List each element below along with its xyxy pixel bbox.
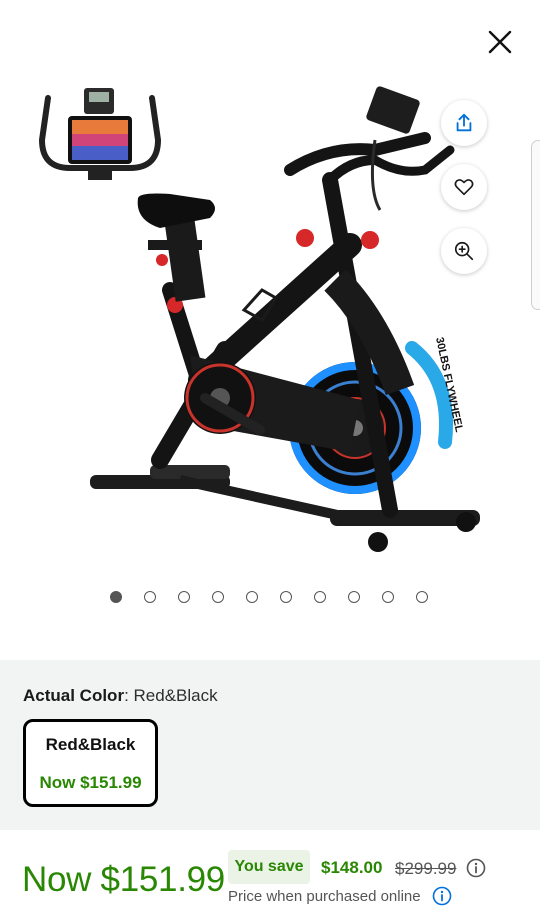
- carousel-dot[interactable]: [212, 591, 224, 603]
- heart-icon: [454, 179, 474, 196]
- color-heading: Actual Color: Red&Black: [23, 686, 218, 706]
- favorite-button[interactable]: [441, 164, 487, 210]
- color-label: Actual Color: [23, 686, 125, 705]
- info-icon[interactable]: [466, 858, 486, 878]
- share-button[interactable]: [441, 100, 487, 146]
- carousel-dot[interactable]: [348, 591, 360, 603]
- image-actions: [441, 100, 487, 274]
- carousel-dot[interactable]: [246, 591, 258, 603]
- carousel-dot[interactable]: [280, 591, 292, 603]
- handlebar-inset-image: [38, 88, 162, 180]
- zoom-button[interactable]: [441, 228, 487, 274]
- color-separator: :: [124, 686, 134, 705]
- product-sheet: 30LBS FLYWHEEL Actual Color: Red&Black R…: [0, 0, 540, 924]
- close-button[interactable]: [482, 24, 518, 60]
- share-icon: [456, 113, 472, 132]
- was-price: $299.99: [395, 859, 457, 878]
- carousel-dot[interactable]: [314, 591, 326, 603]
- color-option-name: Red&Black: [45, 735, 136, 754]
- online-price-note: Price when purchased online: [228, 888, 421, 905]
- next-panel-edge: [531, 140, 540, 310]
- close-icon: [488, 30, 512, 54]
- carousel-dot[interactable]: [110, 591, 122, 603]
- zoom-in-icon: [454, 241, 474, 261]
- product-image[interactable]: 30LBS FLYWHEEL: [30, 80, 490, 560]
- carousel-dot[interactable]: [144, 591, 156, 603]
- online-price-info-icon[interactable]: [432, 886, 452, 906]
- save-amount: $148.00: [321, 858, 383, 877]
- carousel-dot[interactable]: [416, 591, 428, 603]
- you-save-badge: You save: [228, 850, 310, 884]
- color-option-red-black[interactable]: Red&Black Now $151.99: [23, 719, 158, 807]
- carousel-pagination: [110, 591, 428, 603]
- current-price: Now $151.99: [22, 860, 225, 899]
- carousel-dot[interactable]: [178, 591, 190, 603]
- carousel-dot[interactable]: [382, 591, 394, 603]
- color-option-price: Now $151.99: [39, 773, 142, 792]
- color-value: Red&Black: [133, 686, 218, 705]
